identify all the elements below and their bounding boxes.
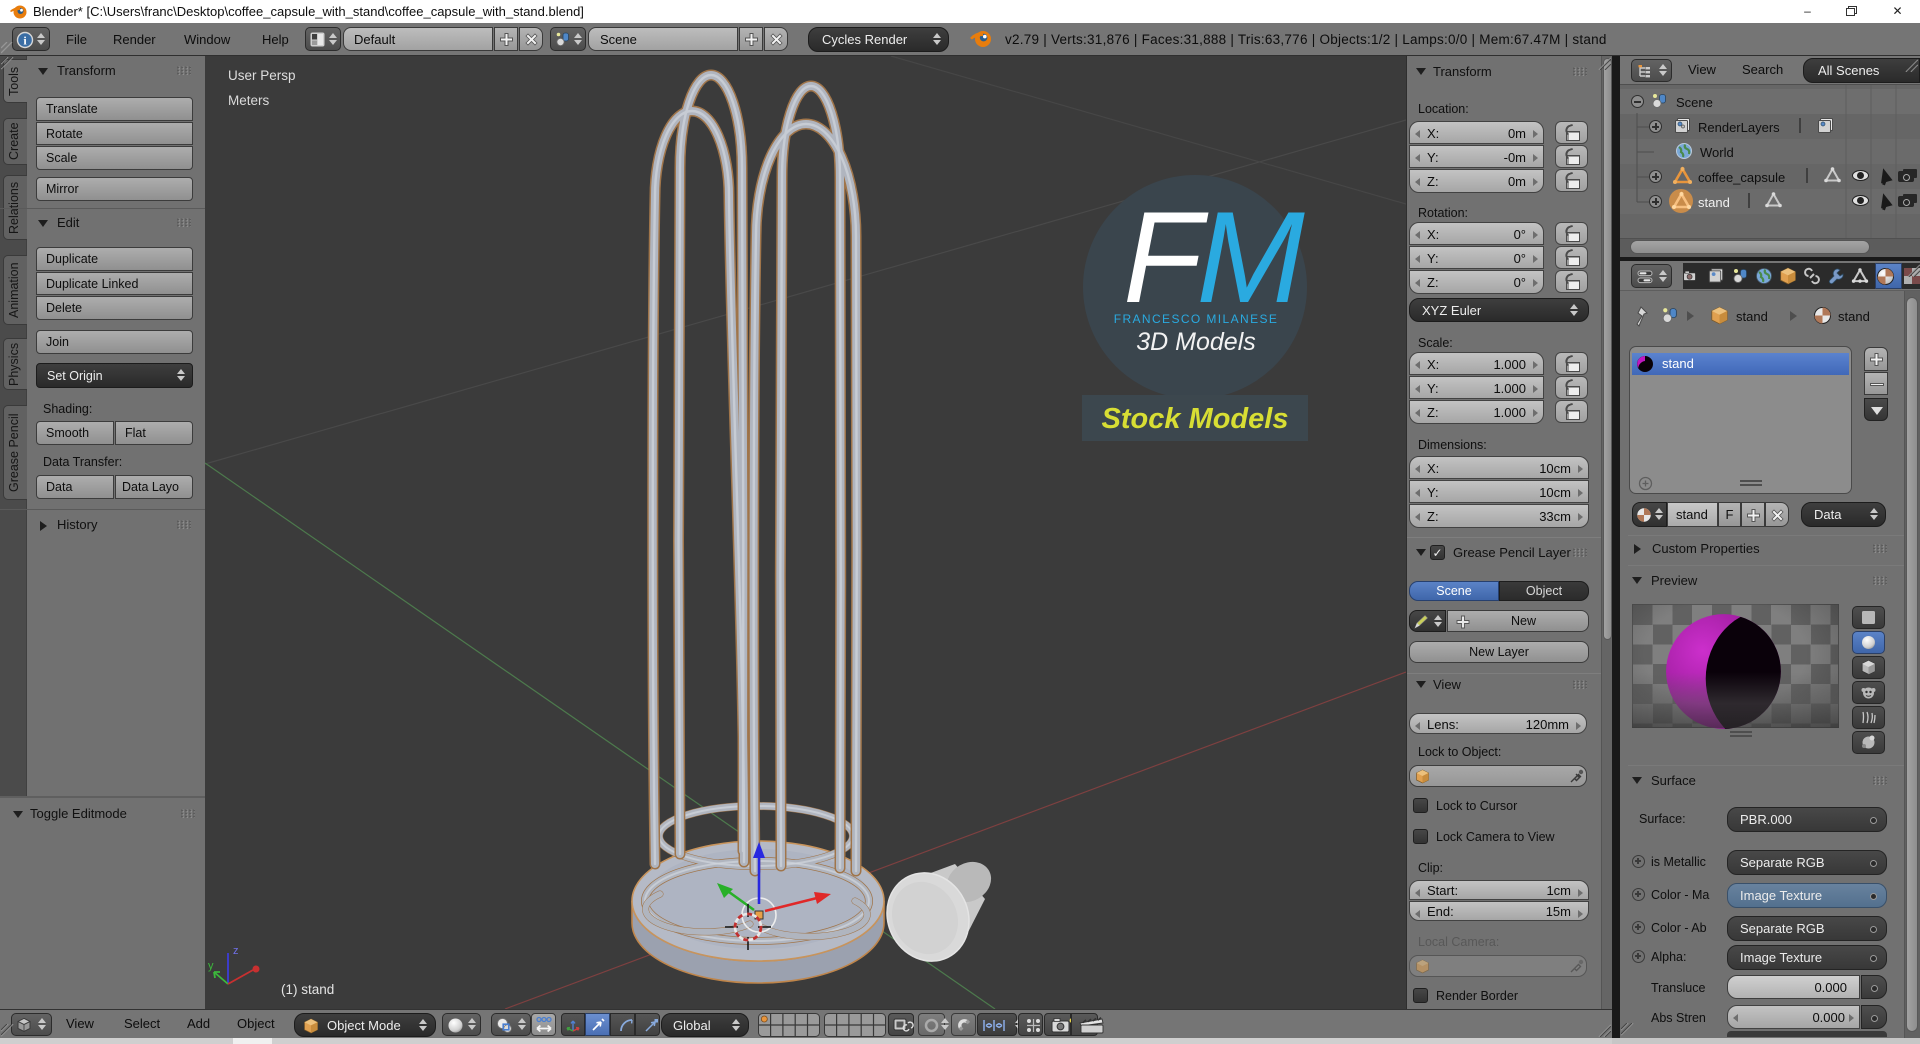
svg-text:y: y [208, 960, 214, 972]
svg-text:Meters: Meters [228, 93, 270, 108]
svg-text:Stock Models: Stock Models [1102, 403, 1289, 435]
svg-text:3D Models: 3D Models [1136, 328, 1256, 356]
svg-text:User Persp: User Persp [228, 68, 296, 83]
svg-text:(1) stand: (1) stand [281, 982, 334, 997]
svg-text:z: z [233, 945, 239, 957]
svg-text:FRANCESCO MILANESE: FRANCESCO MILANESE [1114, 312, 1279, 326]
svg-text:FM: FM [1123, 184, 1305, 330]
